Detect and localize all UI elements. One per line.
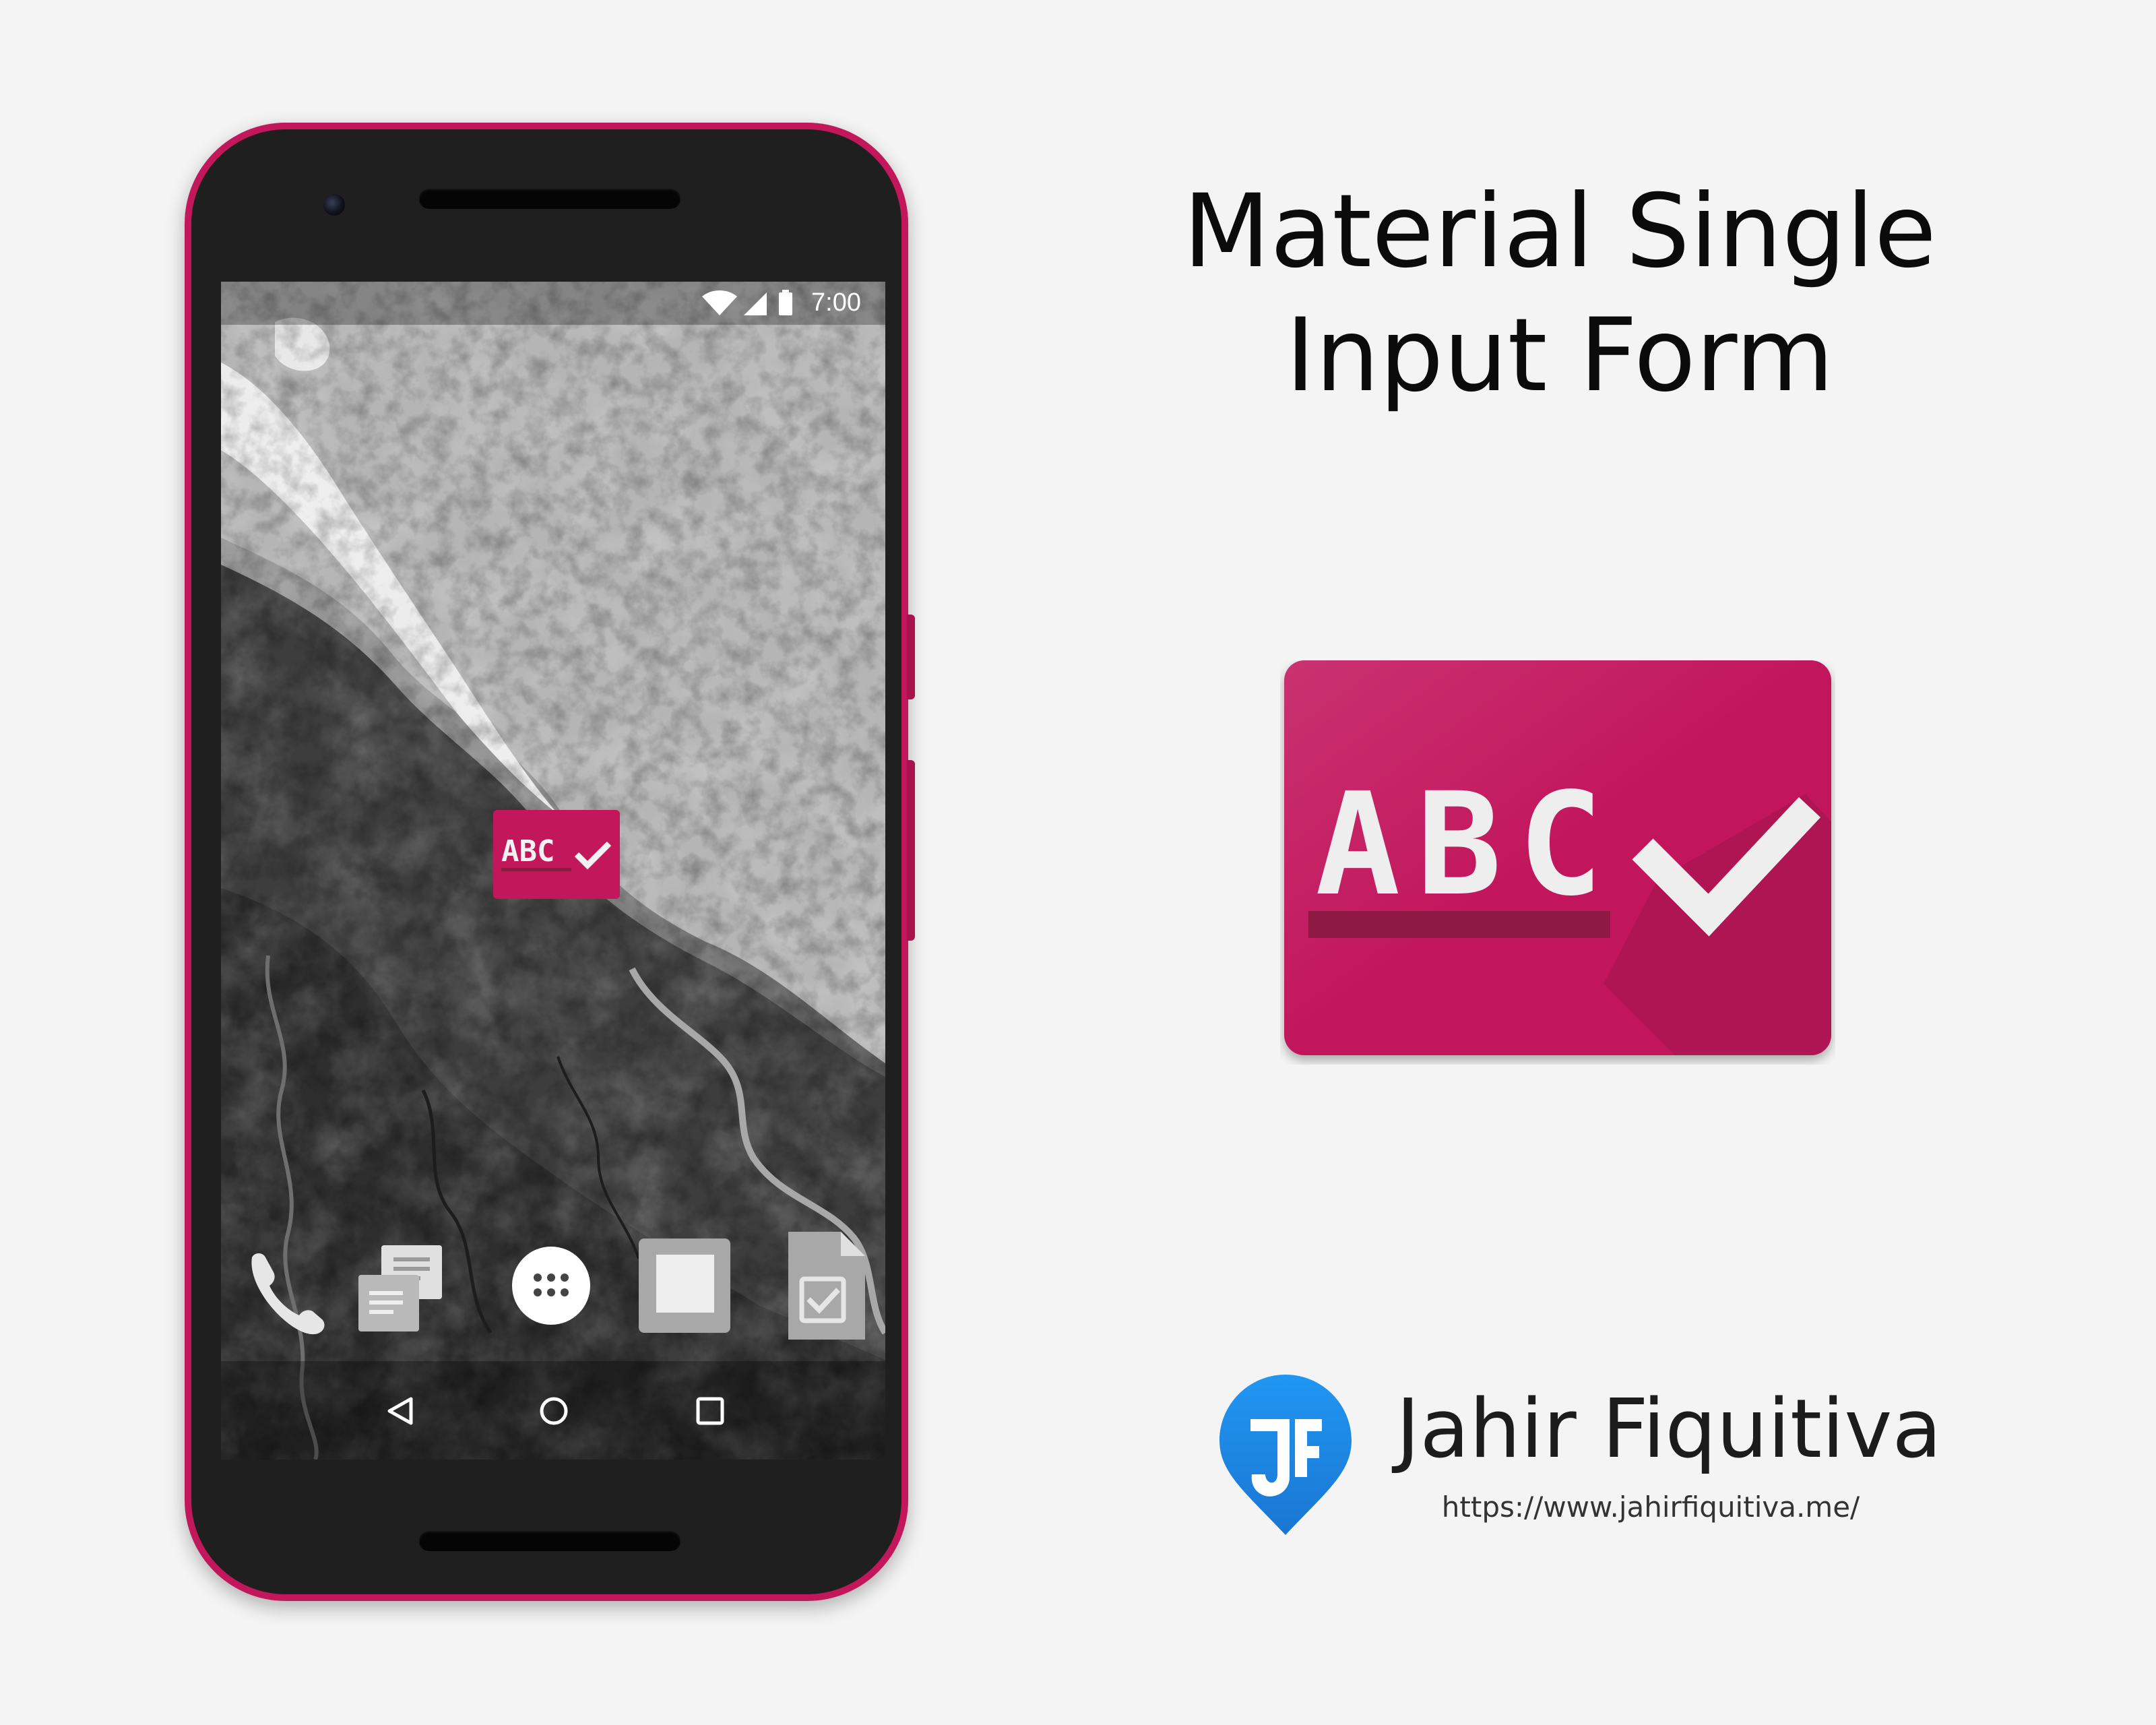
tasks-icon[interactable] <box>778 1225 872 1346</box>
messages-icon[interactable] <box>353 1225 447 1346</box>
app-drawer-icon[interactable] <box>504 1225 598 1346</box>
phone-mockup: 7:00 ABC <box>185 123 915 1601</box>
app-icon-large: ABC <box>1284 660 1831 1055</box>
front-camera <box>323 194 345 216</box>
blank-app-icon[interactable] <box>637 1225 732 1346</box>
author-url[interactable]: https://www.jahirfiquitiva.me/ <box>1415 1491 1886 1524</box>
title-line-1: Material Single <box>1182 173 1937 290</box>
author-name: Jahir Fiquitiva <box>1396 1383 1942 1476</box>
home-icon-letters: ABC <box>501 834 554 869</box>
recents-icon[interactable] <box>683 1384 737 1438</box>
wifi-icon <box>702 290 737 315</box>
phone-bezel: 7:00 ABC <box>191 129 901 1594</box>
phone-icon[interactable] <box>232 1225 326 1346</box>
status-icons <box>702 290 792 315</box>
status-time: 7:00 <box>811 288 861 317</box>
volume-button <box>907 760 915 941</box>
back-icon[interactable] <box>375 1384 429 1438</box>
phone-screen: 7:00 ABC <box>221 282 885 1460</box>
battery-icon <box>779 290 792 315</box>
dock <box>221 1225 885 1346</box>
bottom-speaker <box>419 1531 680 1551</box>
top-speaker <box>419 189 680 209</box>
title-line-2: Input Form <box>1286 297 1834 414</box>
page-title: Material Single Input Form <box>1112 170 2008 418</box>
navigation-bar <box>221 1361 885 1460</box>
abc-app-home-icon[interactable]: ABC <box>493 810 620 899</box>
app-icon-letters: ABC <box>1315 762 1619 927</box>
signal-icon <box>744 292 767 315</box>
author-logo-icon <box>1219 1375 1352 1535</box>
home-icon[interactable] <box>527 1384 581 1438</box>
status-bar: 7:00 <box>221 282 885 325</box>
power-button <box>907 615 915 699</box>
